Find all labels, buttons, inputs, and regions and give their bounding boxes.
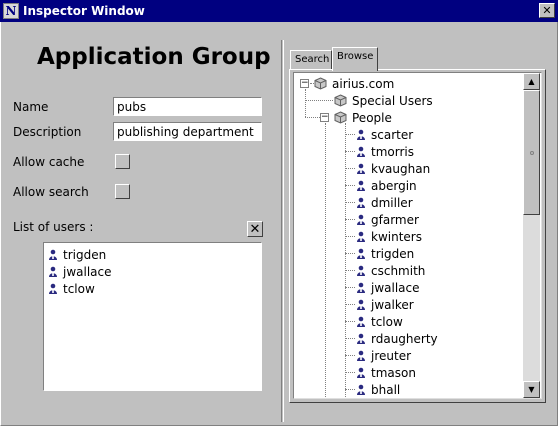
scroll-down-icon[interactable]: ▼	[523, 381, 540, 398]
tree-node-label: scarter	[371, 127, 414, 142]
tree-node-special-users[interactable]: Special Users	[334, 92, 433, 109]
name-label: Name	[13, 100, 49, 114]
directory-tree[interactable]: − airius.com Special Users − People scar…	[293, 72, 542, 399]
tree-node-label: jwalker	[371, 297, 414, 312]
allow-cache-checkbox[interactable]	[115, 154, 130, 169]
list-item[interactable]: jwallace	[44, 263, 261, 280]
tree-node-label: tmorris	[371, 144, 414, 159]
tree-node-user[interactable]: jwallace	[356, 279, 420, 296]
name-field[interactable]	[113, 97, 262, 116]
tree-node-user[interactable]: tmorris	[356, 143, 414, 160]
remove-x-icon: ✕	[249, 221, 261, 237]
list-item[interactable]: trigden	[44, 246, 261, 263]
remove-user-button[interactable]: ✕	[247, 221, 263, 237]
pane-splitter[interactable]	[281, 40, 284, 422]
user-icon	[357, 231, 365, 242]
user-icon	[357, 214, 365, 225]
user-icon	[357, 129, 365, 140]
user-icon	[357, 180, 365, 191]
tree-node-user[interactable]: tmason	[356, 364, 416, 381]
allow-search-checkbox[interactable]	[115, 184, 130, 199]
allow-cache-label: Allow cache	[13, 155, 85, 169]
tree-node-label: dmiller	[371, 195, 413, 210]
tab-browse[interactable]: Browse	[332, 47, 378, 71]
tree-node-label: gfarmer	[371, 212, 419, 227]
user-icon	[357, 248, 365, 259]
tree-node-user[interactable]: scarter	[356, 126, 413, 143]
tab-search[interactable]: Search	[290, 50, 332, 70]
user-icon	[357, 316, 365, 327]
tree-node-label: kwinters	[371, 229, 422, 244]
app-logo-icon: N	[3, 3, 19, 19]
scroll-thumb[interactable]	[523, 90, 540, 215]
page-title: Application Group	[37, 44, 271, 70]
cube-icon	[314, 77, 327, 90]
list-item[interactable]: tclow	[44, 280, 261, 297]
tree-node-user[interactable]: tclow	[356, 313, 403, 330]
user-icon	[357, 146, 365, 157]
tree-node-user[interactable]: abergin	[356, 177, 417, 194]
user-icon	[357, 367, 365, 378]
scroll-up-icon[interactable]: ▲	[523, 73, 540, 90]
allow-search-label: Allow search	[13, 185, 89, 199]
tree-node-user[interactable]: dmiller	[356, 194, 413, 211]
people-collapse-icon[interactable]: −	[320, 113, 329, 122]
tree-node-label: cschmith	[371, 263, 426, 278]
description-field[interactable]	[113, 122, 262, 141]
user-name: tclow	[63, 281, 95, 296]
user-icon	[357, 163, 365, 174]
user-icon	[49, 283, 57, 294]
tree-node-user[interactable]: jwalker	[356, 296, 414, 313]
close-icon[interactable]: ✕	[539, 3, 555, 18]
title-bar: N Inspector Window ✕	[0, 0, 558, 22]
cube-icon	[334, 94, 347, 107]
tree-node-label: jreuter	[371, 348, 412, 363]
description-label: Description	[13, 125, 82, 139]
tree-node-user[interactable]: kvaughan	[356, 160, 430, 177]
user-icon	[49, 266, 57, 277]
user-icon	[357, 333, 365, 344]
tree-node-label: tmason	[371, 365, 416, 380]
tree-node-user[interactable]: cschmith	[356, 262, 425, 279]
user-icon	[357, 282, 365, 293]
tree-node-label: tclow	[371, 314, 403, 329]
user-name: jwallace	[63, 264, 112, 279]
tree-node-label: airius.com	[332, 76, 395, 91]
root-collapse-icon[interactable]: −	[300, 79, 309, 88]
tree-node-user[interactable]: jreuter	[356, 347, 411, 364]
tree-node-label: bhall	[371, 382, 401, 397]
tree-node-user[interactable]: bhall	[356, 381, 400, 398]
user-icon	[49, 249, 57, 260]
user-icon	[357, 197, 365, 208]
tree-node-label: abergin	[371, 178, 417, 193]
tree-node-people[interactable]: People	[334, 109, 392, 126]
tree-node-user[interactable]: gfarmer	[356, 211, 419, 228]
tree-scrollbar[interactable]: ▲ ▼	[523, 73, 540, 398]
tree-node-label: jwallace	[371, 280, 420, 295]
tree-node-label: Special Users	[352, 93, 433, 108]
window-title: Inspector Window	[23, 4, 145, 18]
tree-node-user[interactable]: rdaugherty	[356, 330, 438, 347]
user-name: trigden	[63, 247, 107, 262]
user-icon	[357, 384, 365, 395]
tree-node-label: rdaugherty	[371, 331, 438, 346]
tree-node-root[interactable]: airius.com	[314, 75, 394, 92]
tree-node-user[interactable]: trigden	[356, 245, 414, 262]
users-list[interactable]: trigden jwallace tclow	[43, 242, 262, 391]
users-list-label: List of users :	[13, 220, 94, 234]
user-icon	[357, 265, 365, 276]
tree-node-label: kvaughan	[371, 161, 431, 176]
tree-node-label: trigden	[371, 246, 415, 261]
tree-node-label: People	[352, 110, 392, 125]
user-icon	[357, 299, 365, 310]
user-icon	[357, 350, 365, 361]
tree-node-user[interactable]: kwinters	[356, 228, 422, 245]
